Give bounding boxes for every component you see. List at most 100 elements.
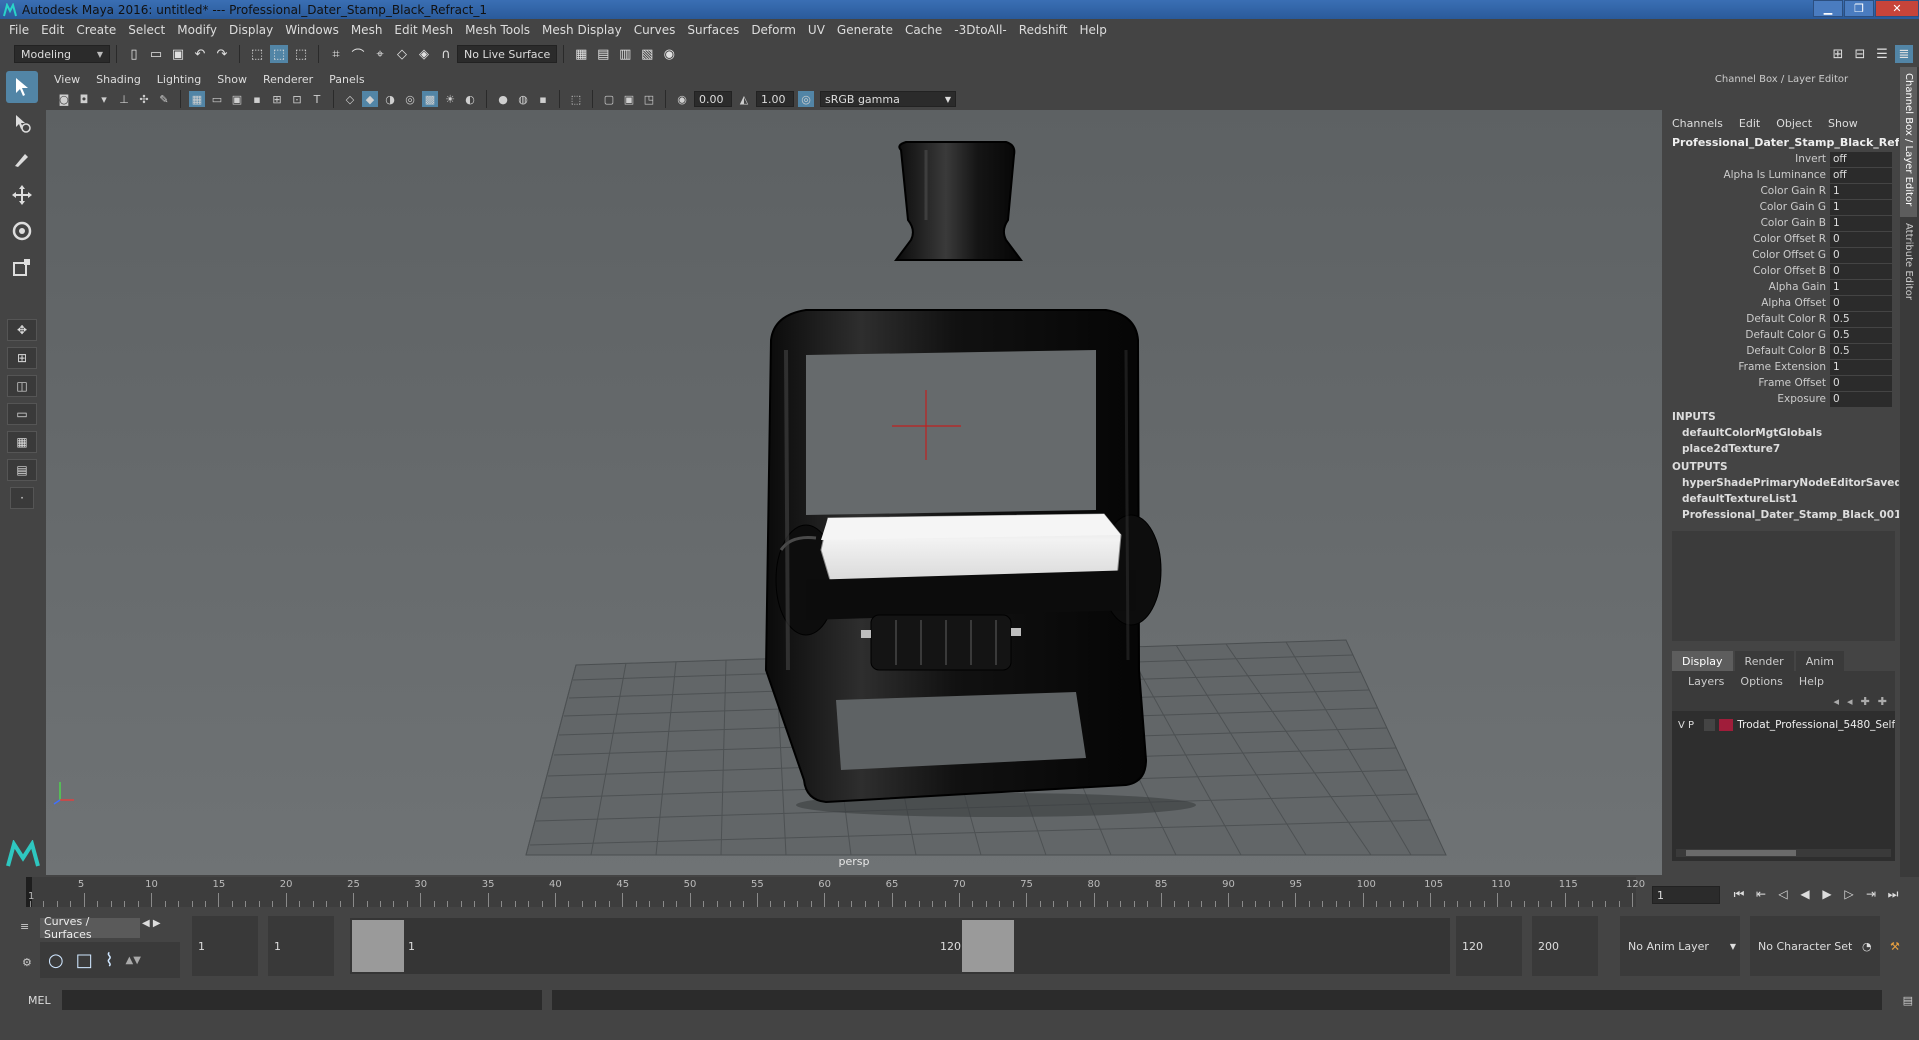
command-input[interactable]	[62, 990, 542, 1010]
snap-point-icon[interactable]: ⌖	[371, 45, 389, 63]
isolate-select-icon[interactable]: ⬚	[568, 91, 584, 107]
time-slider[interactable]: 1 5 10 15 20 25 30 35 40 45 50 55 60 65 70 75 80 85 90 95 1…	[26, 877, 1645, 907]
select-hierarchy-icon[interactable]: ⬚	[248, 45, 266, 63]
menu-windows[interactable]: Windows	[285, 23, 339, 37]
wireframe-on-shaded-icon[interactable]: ◎	[402, 91, 418, 107]
animation-end-field[interactable]: 200	[1532, 916, 1598, 976]
ipr-render-icon[interactable]: ▥	[616, 45, 634, 63]
safe-title-icon[interactable]: T	[309, 91, 325, 107]
attr-row[interactable]: Default Color B 0.5	[1664, 343, 1899, 359]
attr-row[interactable]: Frame Extension 1	[1664, 359, 1899, 375]
menu-mesh[interactable]: Mesh	[351, 23, 383, 37]
workspace-icon[interactable]: ⊞	[1829, 45, 1847, 63]
film-gate-icon[interactable]: ▭	[209, 91, 225, 107]
attr-value[interactable]: 0.5	[1830, 327, 1892, 343]
attribute-editor-icon[interactable]: ☰	[1873, 45, 1891, 63]
attr-value[interactable]: off	[1830, 167, 1892, 183]
menu-create[interactable]: Create	[76, 23, 116, 37]
rotate-tool-icon[interactable]	[6, 215, 38, 247]
tab-channel-box-layer-editor[interactable]: Channel Box / Layer Editor	[1900, 67, 1917, 217]
smooth-shade-icon[interactable]: ◆	[362, 91, 378, 107]
gamma-field[interactable]: 1.00	[756, 91, 794, 107]
shelf-scroll-arrows-icon[interactable]: ◀ ▶	[142, 918, 161, 929]
step-back-frame-icon[interactable]: ◁	[1772, 884, 1794, 904]
maximize-button[interactable]: ❐	[1844, 0, 1874, 17]
paint-select-tool-icon[interactable]	[6, 143, 38, 175]
attr-value[interactable]: 0	[1830, 391, 1892, 407]
close-button[interactable]: ✕	[1875, 0, 1919, 17]
output-node[interactable]: defaultTextureList1	[1664, 491, 1899, 507]
attr-value[interactable]: 1	[1830, 183, 1892, 199]
attr-value[interactable]: 0	[1830, 375, 1892, 391]
channel-box-icon[interactable]: ≣	[1895, 45, 1913, 63]
attr-row[interactable]: Alpha Offset 0	[1664, 295, 1899, 311]
animation-prefs-icon[interactable]: ⚒	[1890, 940, 1900, 953]
menu-help[interactable]: Help	[1079, 23, 1106, 37]
panel-menu-renderer[interactable]: Renderer	[263, 73, 313, 86]
tab-display[interactable]: Display	[1672, 651, 1733, 671]
hypershade-icon[interactable]: ◉	[660, 45, 678, 63]
attr-row[interactable]: Color Offset R 0	[1664, 231, 1899, 247]
attr-value[interactable]: 0	[1830, 231, 1892, 247]
redo-icon[interactable]: ↷	[213, 45, 231, 63]
attr-value[interactable]: 0	[1830, 263, 1892, 279]
live-surface-field[interactable]: No Live Surface	[457, 45, 558, 63]
menu-set-dropdown[interactable]: Modeling ▼	[14, 45, 110, 63]
color-management-icon[interactable]: ◎	[798, 91, 814, 107]
xray-icon[interactable]: ▢	[601, 91, 617, 107]
attr-row[interactable]: Default Color R 0.5	[1664, 311, 1899, 327]
input-node[interactable]: defaultColorMgtGlobals	[1664, 425, 1899, 441]
modeling-toolkit-icon[interactable]: ⊟	[1851, 45, 1869, 63]
image-plane-icon[interactable]: ⊥	[116, 91, 132, 107]
perspective-viewport[interactable]: persp	[46, 110, 1662, 875]
lasso-tool-icon[interactable]	[6, 107, 38, 139]
camera-attributes-icon[interactable]: ◘	[76, 91, 92, 107]
menu-select[interactable]: Select	[128, 23, 165, 37]
attr-row[interactable]: Alpha Gain 1	[1664, 279, 1899, 295]
two-pane-layout-icon[interactable]: ◫	[7, 375, 37, 397]
layer-list-scrollbar[interactable]	[1676, 849, 1891, 857]
menu-generate[interactable]: Generate	[837, 23, 893, 37]
range-slider-track[interactable]: 1 120	[350, 918, 1450, 974]
layer-visibility-toggle[interactable]: V P	[1678, 720, 1704, 731]
open-scene-icon[interactable]: ▭	[147, 45, 165, 63]
hypershade-layout-icon[interactable]: ▦	[7, 431, 37, 453]
menu-file[interactable]: File	[9, 23, 29, 37]
bookmark-icon[interactable]: ▾	[96, 91, 112, 107]
shadows-icon[interactable]: ◐	[462, 91, 478, 107]
scale-tool-icon[interactable]	[6, 251, 38, 283]
layer-menu-options[interactable]: Options	[1740, 675, 1782, 688]
menu-surfaces[interactable]: Surfaces	[687, 23, 739, 37]
menu-redshift[interactable]: Redshift	[1019, 23, 1068, 37]
anim-layer-dropdown[interactable]: No Anim Layer ▼	[1620, 916, 1740, 976]
motion-blur-icon[interactable]: ◍	[515, 91, 531, 107]
tab-attribute-editor[interactable]: Attribute Editor	[1900, 217, 1917, 306]
render-current-icon[interactable]: ▤	[594, 45, 612, 63]
render-settings-icon[interactable]: ▧	[638, 45, 656, 63]
menu-edit[interactable]: Edit	[41, 23, 64, 37]
tab-anim[interactable]: Anim	[1795, 651, 1844, 671]
layer-name[interactable]: Trodat_Professional_5480_Self_	[1737, 719, 1895, 731]
grease-pencil-icon[interactable]: ✎	[156, 91, 172, 107]
exposure-field[interactable]: 0.00	[694, 91, 732, 107]
snap-view-plane-icon[interactable]: ◇	[393, 45, 411, 63]
exposure-icon[interactable]: ◉	[674, 91, 690, 107]
attr-row[interactable]: Color Gain B 1	[1664, 215, 1899, 231]
outliner-layout-icon[interactable]: ▤	[7, 459, 37, 481]
snap-grid-icon[interactable]: ⌗	[327, 45, 345, 63]
menu-modify[interactable]: Modify	[177, 23, 217, 37]
panel-menu-show[interactable]: Show	[217, 73, 247, 86]
panel-menu-shading[interactable]: Shading	[96, 73, 141, 86]
panel-menu-lighting[interactable]: Lighting	[157, 73, 201, 86]
go-to-end-icon[interactable]: ⏭	[1882, 884, 1904, 904]
layer-row[interactable]: V P Trodat_Professional_5480_Self_	[1672, 717, 1895, 733]
step-forward-frame-icon[interactable]: ▷	[1838, 884, 1860, 904]
resolution-gate-icon[interactable]: ▣	[229, 91, 245, 107]
menu-uv[interactable]: UV	[808, 23, 825, 37]
play-forward-icon[interactable]: ▶	[1816, 884, 1838, 904]
attr-row[interactable]: Invert off	[1664, 151, 1899, 167]
render-view-icon[interactable]: ▦	[572, 45, 590, 63]
current-frame-field[interactable]: 1	[1652, 886, 1720, 904]
cb-menu-show[interactable]: Show	[1828, 117, 1858, 130]
select-component-icon[interactable]: ⬚	[292, 45, 310, 63]
